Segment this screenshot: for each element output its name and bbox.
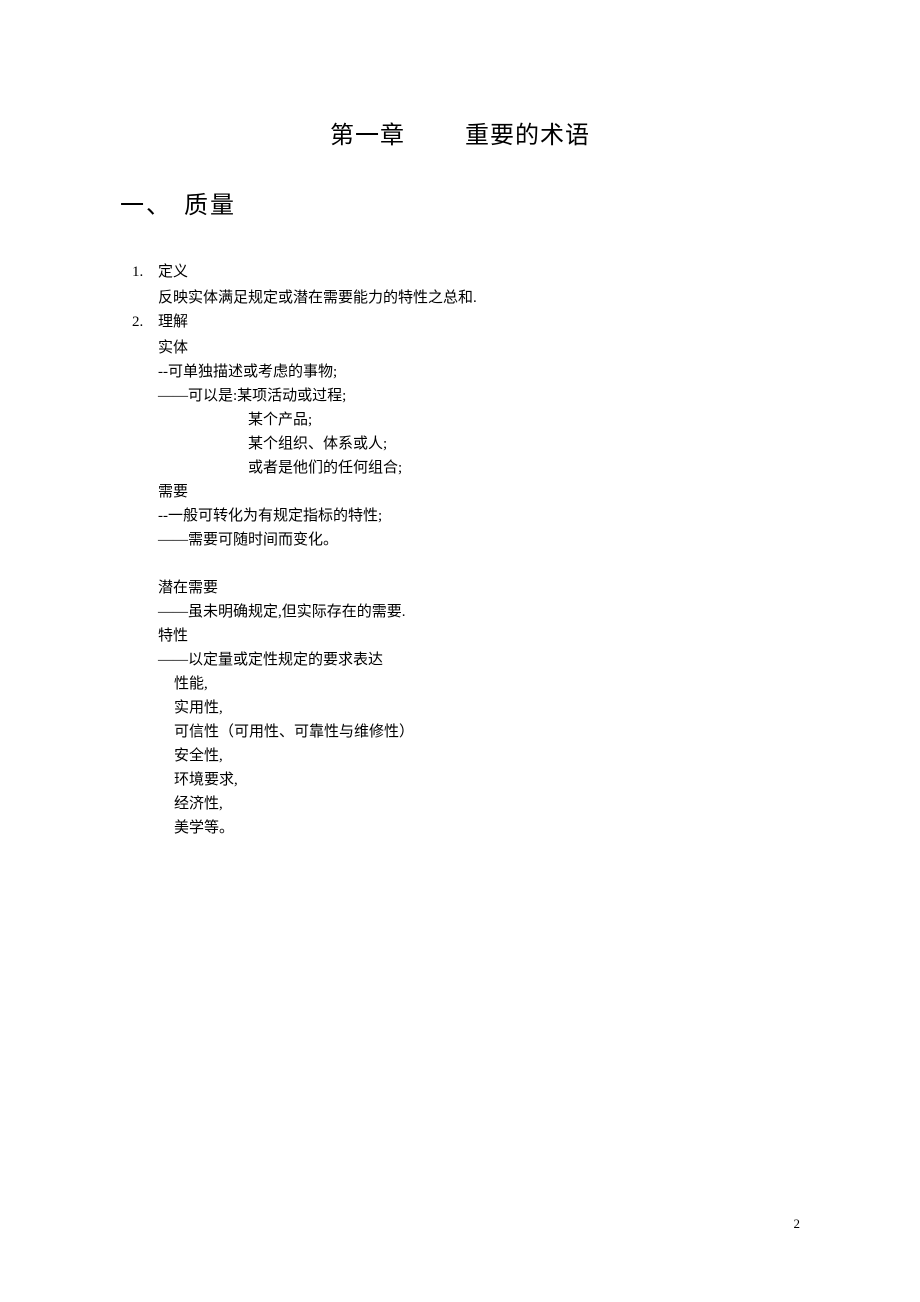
chapter-name: 重要的术语	[465, 123, 590, 149]
item-number: 2.	[132, 310, 158, 334]
body-text: 美学等。	[120, 816, 800, 840]
list-item: 1.定义	[120, 260, 800, 284]
block-heading: 实体	[120, 336, 800, 360]
item-label: 定义	[158, 264, 188, 280]
body-text: 某个产品;	[120, 408, 800, 432]
body-text: --一般可转化为有规定指标的特性;	[120, 504, 800, 528]
list-item: 2.理解	[120, 310, 800, 334]
section-title: 一、质量	[120, 185, 800, 220]
item-label: 理解	[158, 314, 188, 330]
body-text: 安全性,	[120, 744, 800, 768]
document-page: 第一章 重要的术语 一、质量 1.定义 反映实体满足规定或潜在需要能力的特性之总和…	[0, 0, 920, 840]
body-text: 实用性,	[120, 696, 800, 720]
block-heading: 潜在需要	[120, 576, 800, 600]
content-body: 1.定义 反映实体满足规定或潜在需要能力的特性之总和. 2.理解 实体 --可单…	[120, 260, 800, 840]
body-text: ——可以是:某项活动或过程;	[120, 384, 800, 408]
body-text: 某个组织、体系或人;	[120, 432, 800, 456]
body-text: 或者是他们的任何组合;	[120, 456, 800, 480]
body-text: 性能,	[120, 672, 800, 696]
body-text: 经济性,	[120, 792, 800, 816]
body-text: --可单独描述或考虑的事物;	[120, 360, 800, 384]
body-text: ——需要可随时间而变化。	[120, 528, 800, 552]
blank-line	[120, 552, 800, 576]
block-heading: 需要	[120, 480, 800, 504]
body-text: 环境要求,	[120, 768, 800, 792]
chapter-number: 第一章	[330, 115, 405, 150]
definition-text: 反映实体满足规定或潜在需要能力的特性之总和.	[120, 286, 800, 310]
body-text: ——以定量或定性规定的要求表达	[120, 648, 800, 672]
chapter-title: 第一章 重要的术语	[120, 115, 800, 150]
page-number: 2	[794, 1216, 801, 1232]
section-number: 一、	[120, 185, 172, 220]
block-heading: 特性	[120, 624, 800, 648]
section-name: 质量	[184, 193, 236, 219]
body-text: 可信性（可用性、可靠性与维修性）	[120, 720, 800, 744]
item-number: 1.	[132, 260, 158, 284]
body-text: ——虽未明确规定,但实际存在的需要.	[120, 600, 800, 624]
